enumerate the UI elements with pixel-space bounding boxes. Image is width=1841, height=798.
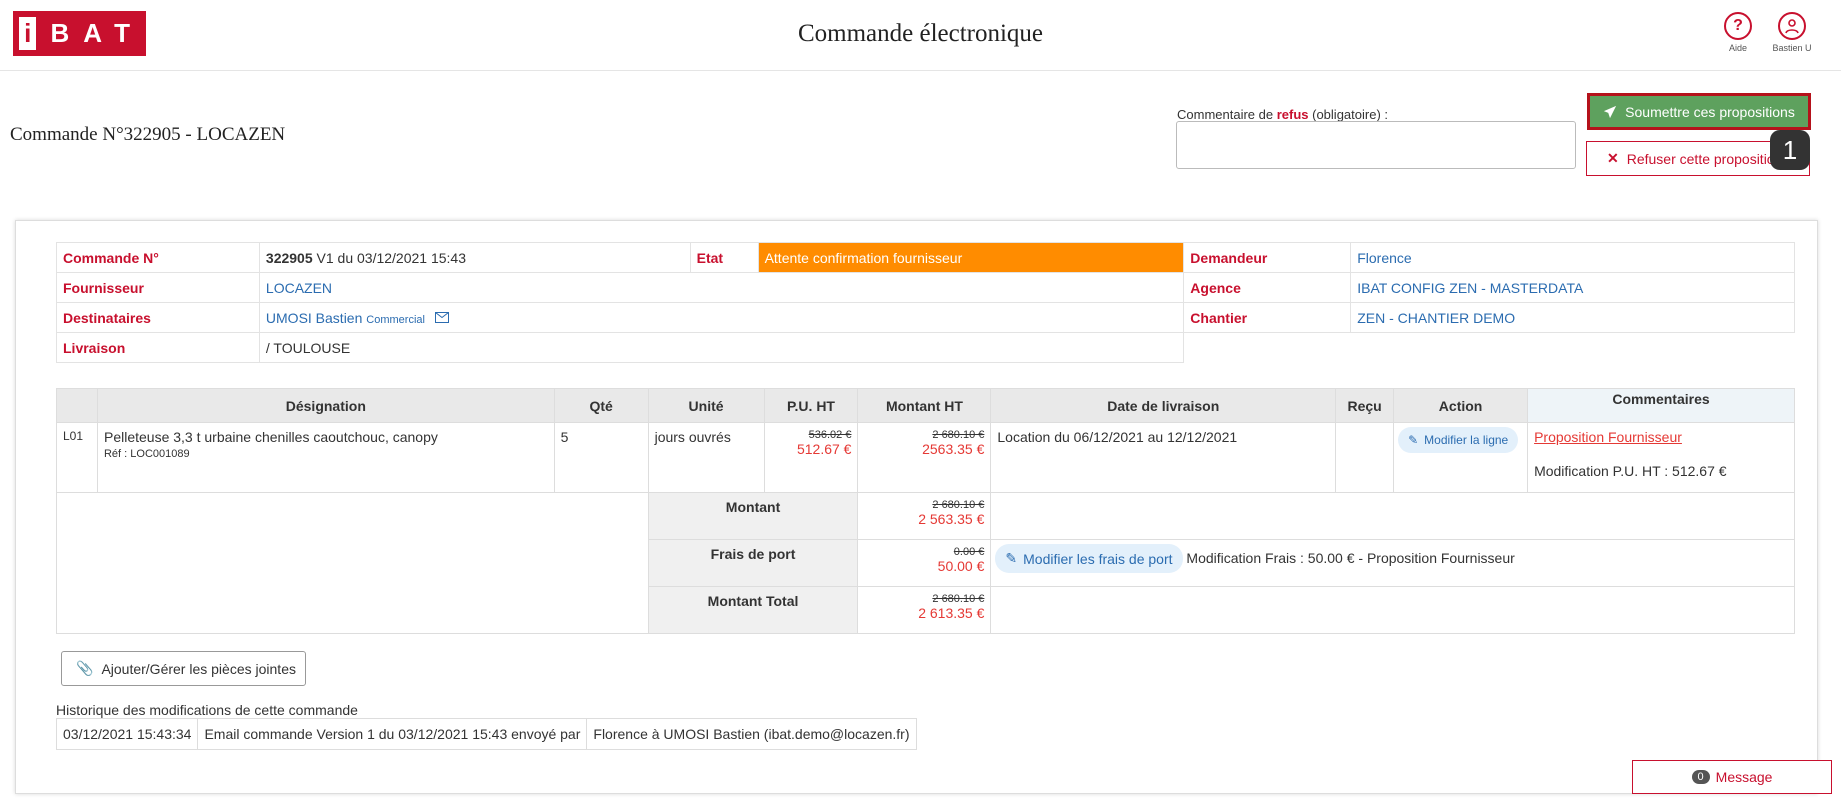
help-label: Aide: [1728, 43, 1747, 53]
email-icon[interactable]: [434, 311, 449, 323]
fournisseur-label: Fournisseur: [56, 272, 260, 303]
etat-label: Etat: [689, 242, 759, 273]
table-row: L01 Pelleteuse 3,3 t urbaine chenilles c…: [56, 422, 1795, 493]
pencil-icon: ✎: [1408, 433, 1419, 447]
submit-proposals-button[interactable]: Soumettre ces propositions: [1587, 93, 1811, 130]
history-desc: Email commande Version 1 du 03/12/2021 1…: [197, 718, 588, 750]
col-unite: Unité: [647, 388, 765, 423]
message-label: Message: [1715, 769, 1773, 785]
col-pu: P.U. HT: [763, 388, 859, 423]
demandeur-value[interactable]: Florence: [1350, 242, 1795, 273]
line-recu: [1335, 422, 1395, 493]
table-row: 03/12/2021 15:43:34 Email commande Versi…: [55, 718, 917, 750]
proposition-link[interactable]: Proposition Fournisseur: [1534, 429, 1788, 445]
logo-bat: BAT: [50, 18, 144, 48]
line-montant: 2 680.10 € 2563.35 €: [857, 422, 992, 493]
agence-value[interactable]: IBAT CONFIG ZEN - MASTERDATA: [1350, 272, 1795, 303]
history-title: Historique des modifications de cette co…: [56, 702, 358, 718]
chantier-label: Chantier: [1183, 302, 1352, 333]
refus-comment-input[interactable]: [1176, 121, 1576, 169]
commande-label: Commande N°: [56, 242, 260, 273]
edit-shipping-button[interactable]: ✎ Modifier les frais de port: [995, 544, 1183, 573]
fournisseur-value[interactable]: LOCAZEN: [258, 272, 1185, 303]
total-label: Montant Total: [647, 586, 859, 634]
order-info-table: Commande N° 322905 V1 du 03/12/2021 15:4…: [56, 242, 1795, 363]
demandeur-label: Demandeur: [1183, 242, 1352, 273]
message-count: 0: [1691, 770, 1710, 784]
page-title: Commande électronique: [797, 20, 1044, 47]
line-code: L01: [56, 422, 98, 493]
comment-text: Modification P.U. HT : 512.67 €: [1534, 463, 1727, 479]
pu-old: 536.02 €: [808, 429, 852, 441]
commande-value: 322905 V1 du 03/12/2021 15:43: [258, 242, 691, 273]
history-date: 03/12/2021 15:43:34: [55, 718, 199, 750]
send-icon: [1604, 105, 1617, 118]
edit-line-button[interactable]: ✎ Modifier la ligne: [1398, 427, 1519, 453]
refus-comment-label: Commentaire de refus (obligatoire) :: [1177, 107, 1388, 122]
ibat-logo[interactable]: i BAT: [13, 11, 146, 56]
user-button[interactable]: Bastien U: [1762, 12, 1822, 53]
frais-label: Frais de port: [647, 539, 859, 587]
help-icon: ?: [1724, 12, 1752, 40]
designation-ref: Réf : LOC001089: [103, 448, 190, 460]
montant-label: Montant: [647, 492, 859, 540]
logo-i: i: [19, 17, 37, 50]
frais-comment: Modification Frais : 50.00 € - Propositi…: [1186, 550, 1515, 566]
line-action: ✎ Modifier la ligne: [1393, 422, 1529, 493]
col-montant: Montant HT: [857, 388, 992, 423]
col-recu: Reçu: [1335, 388, 1395, 423]
history-table: 03/12/2021 15:43:34 Email commande Versi…: [55, 718, 917, 750]
frais-action-cell: ✎ Modifier les frais de port Modificatio…: [990, 539, 1795, 587]
step-badge: 1: [1770, 130, 1810, 170]
user-label: Bastien U: [1772, 43, 1812, 53]
attachments-button[interactable]: 📎 Ajouter/Gérer les pièces jointes: [61, 651, 306, 686]
destinataires-label: Destinataires: [56, 302, 260, 333]
frais-value: 0.00 € 50.00 €: [857, 539, 992, 587]
line-date: Location du 06/12/2021 au 12/12/2021: [990, 422, 1337, 493]
help-button[interactable]: ? Aide: [1708, 12, 1768, 53]
message-button[interactable]: 0 Message: [1632, 760, 1832, 794]
attachments-label: Ajouter/Gérer les pièces jointes: [101, 660, 296, 677]
montant-old: 2 680.10 €: [932, 429, 985, 441]
table-header: Désignation Qté Unité P.U. HT Montant HT…: [56, 388, 1795, 423]
col-action: Action: [1393, 388, 1529, 423]
pencil-icon: ✎: [1005, 550, 1018, 566]
total-value: 2 680.10 € 2 613.35 €: [857, 586, 992, 634]
order-title: Commande N°322905 - LOCAZEN: [10, 124, 286, 145]
livraison-label: Livraison: [56, 332, 260, 363]
line-comment: Proposition Fournisseur Modification P.U…: [1527, 422, 1795, 493]
livraison-value: / TOULOUSE: [258, 332, 1185, 363]
paperclip-icon: 📎: [76, 660, 94, 676]
col-date: Date de livraison: [990, 388, 1337, 423]
total-row-montant: Montant 2 680.10 € 2 563.35 €: [56, 492, 1795, 634]
line-qte: 5: [553, 422, 649, 493]
pu-new: 512.67 €: [796, 441, 852, 457]
line-unite: jours ouvrés: [647, 422, 765, 493]
agence-label: Agence: [1183, 272, 1352, 303]
montant-new: 2563.35 €: [922, 441, 985, 457]
col-commentaires: Commentaires: [1527, 388, 1795, 423]
history-who: Florence à UMOSI Bastien (ibat.demo@loca…: [586, 718, 917, 750]
col-designation: Désignation: [96, 388, 555, 423]
montant-total: 2 680.10 € 2 563.35 €: [857, 492, 992, 540]
status-badge: Attente confirmation fournisseur: [757, 242, 1185, 273]
chantier-value[interactable]: ZEN - CHANTIER DEMO: [1350, 302, 1795, 333]
close-icon: ✕: [1607, 150, 1619, 166]
col-qte: Qté: [553, 388, 649, 423]
app-header: i BAT Commande électronique ? Aide Basti…: [0, 0, 1841, 71]
submit-label: Soumettre ces propositions: [1625, 103, 1795, 120]
destinataire-role: Commercial: [366, 313, 425, 326]
refuse-label: Refuser cette proposition: [1626, 150, 1783, 167]
designation-text: Pelleteuse 3,3 t urbaine chenilles caout…: [103, 429, 438, 445]
order-lines-table: Désignation Qté Unité P.U. HT Montant HT…: [56, 388, 1795, 634]
destinataires-value: UMOSI Bastien Commercial: [258, 302, 1185, 333]
line-designation: Pelleteuse 3,3 t urbaine chenilles caout…: [96, 422, 555, 493]
user-icon: [1778, 12, 1806, 40]
line-pu: 536.02 € 512.67 €: [763, 422, 859, 493]
destinataire-name[interactable]: UMOSI Bastien: [266, 310, 362, 326]
